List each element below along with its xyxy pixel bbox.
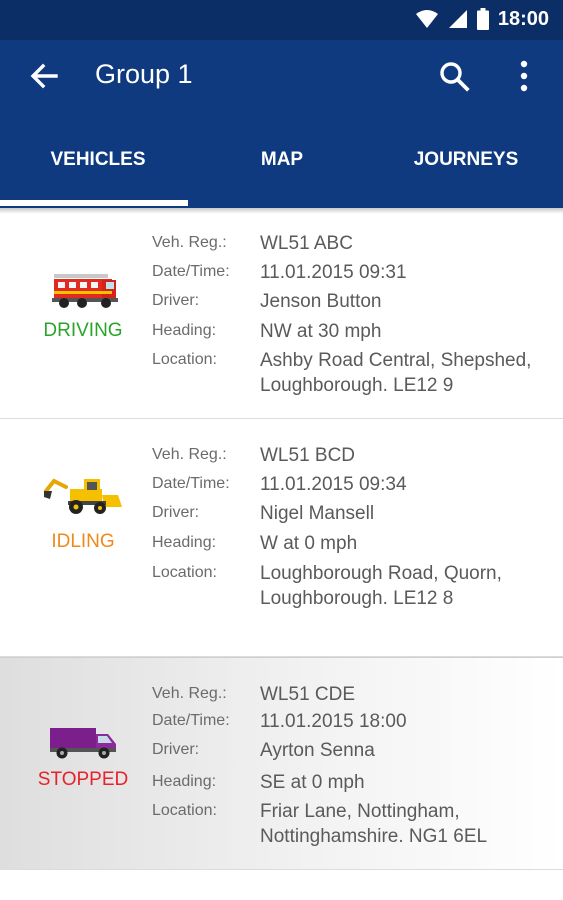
battery-icon bbox=[476, 8, 489, 30]
overflow-menu-button[interactable] bbox=[509, 58, 539, 94]
reg-label: Veh. Reg.: bbox=[152, 446, 227, 463]
back-button[interactable] bbox=[26, 58, 62, 94]
driver-value: Ayrton Senna bbox=[260, 740, 375, 761]
datetime-label: Date/Time: bbox=[152, 263, 230, 280]
datetime-value: 11.01.2015 18:00 bbox=[260, 711, 407, 732]
location-line-2: Loughborough. LE12 8 bbox=[260, 588, 454, 609]
tab-bar: VEHICLES MAP JOURNEYS bbox=[0, 112, 563, 208]
datetime-value: 11.01.2015 09:31 bbox=[260, 262, 407, 283]
reg-value: WL51 CDE bbox=[260, 684, 356, 705]
status-label: IDLING bbox=[51, 531, 115, 552]
driver-label: Driver: bbox=[152, 504, 200, 521]
status-label: DRIVING bbox=[43, 320, 123, 341]
page-title: Group 1 bbox=[95, 59, 193, 89]
heading-label: Heading: bbox=[152, 322, 217, 339]
driver-label: Driver: bbox=[152, 741, 200, 758]
tab-vehicles[interactable]: VEHICLES bbox=[4, 112, 192, 208]
tab-indicator bbox=[0, 200, 188, 206]
location-label: Location: bbox=[152, 351, 217, 368]
reg-value: WL51 ABC bbox=[260, 233, 353, 254]
location-line-1: Ashby Road Central, Shepshed, bbox=[260, 350, 532, 371]
driver-value: Jenson Button bbox=[260, 291, 382, 312]
location-label: Location: bbox=[152, 802, 217, 819]
status-icons: 18:00 bbox=[415, 6, 549, 32]
vehicle-card-2[interactable]: IDLING Veh. Reg.: WL51 BCD Date/Time: 11… bbox=[0, 419, 563, 657]
datetime-label: Date/Time: bbox=[152, 475, 230, 492]
location-line-1: Friar Lane, Nottingham, bbox=[260, 801, 460, 822]
van-icon bbox=[50, 728, 116, 759]
reg-label: Veh. Reg.: bbox=[152, 685, 227, 702]
arrow-back-icon bbox=[30, 63, 58, 89]
reg-value: WL51 BCD bbox=[260, 445, 356, 466]
location-line-2: Nottinghamshire. NG1 6EL bbox=[260, 826, 488, 847]
status-bar: 18:00 bbox=[0, 0, 563, 40]
status-label: STOPPED bbox=[37, 769, 129, 790]
heading-label: Heading: bbox=[152, 773, 217, 790]
signal-icon bbox=[448, 10, 467, 28]
vehicle-card-1[interactable]: DRIVING Veh. Reg.: WL51 ABC Date/Time: 1… bbox=[0, 214, 563, 419]
heading-value: NW at 30 mph bbox=[260, 321, 382, 342]
vehicle-card-3[interactable]: STOPPED Veh. Reg.: WL51 CDE Date/Time: 1… bbox=[0, 657, 563, 870]
fire-engine-icon bbox=[52, 274, 118, 308]
app-bar: Group 1 bbox=[0, 40, 563, 112]
search-icon bbox=[440, 62, 470, 92]
reg-label: Veh. Reg.: bbox=[152, 234, 227, 251]
tab-journeys[interactable]: JOURNEYS bbox=[372, 112, 560, 208]
location-line-1: Loughborough Road, Quorn, bbox=[260, 563, 502, 584]
more-vert-icon bbox=[520, 60, 528, 92]
tab-map[interactable]: MAP bbox=[188, 112, 376, 208]
heading-value: SE at 0 mph bbox=[260, 772, 365, 793]
location-line-2: Loughborough. LE12 9 bbox=[260, 375, 454, 396]
driver-label: Driver: bbox=[152, 292, 200, 309]
datetime-label: Date/Time: bbox=[152, 712, 230, 729]
clock-time: 18:00 bbox=[497, 7, 549, 30]
search-button[interactable] bbox=[436, 58, 472, 94]
location-label: Location: bbox=[152, 564, 217, 581]
digger-icon bbox=[44, 478, 122, 514]
driver-value: Nigel Mansell bbox=[260, 503, 375, 524]
heading-label: Heading: bbox=[152, 534, 217, 551]
heading-value: W at 0 mph bbox=[260, 533, 358, 554]
wifi-icon bbox=[415, 10, 438, 28]
datetime-value: 11.01.2015 09:34 bbox=[260, 474, 407, 495]
